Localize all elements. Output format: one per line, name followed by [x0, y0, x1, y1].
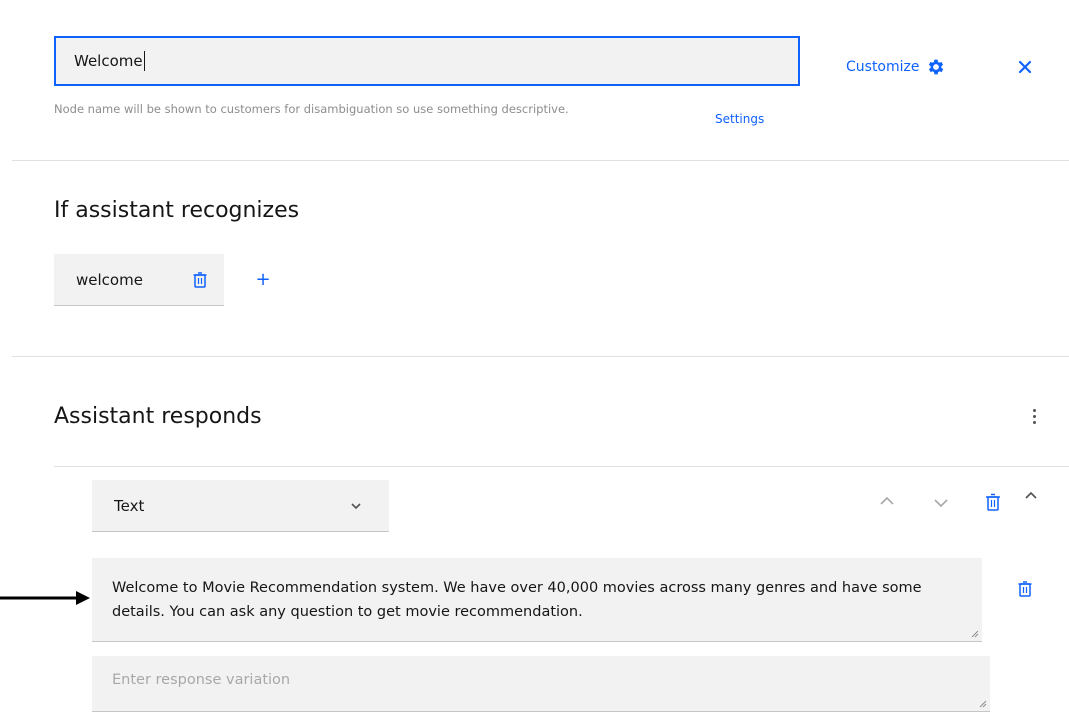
response-variation-input[interactable]: Enter response variation: [92, 656, 990, 712]
section-divider: [12, 160, 1069, 161]
collapse-response-button[interactable]: [1020, 484, 1042, 508]
response-type-value: Text: [114, 496, 145, 515]
trash-icon: [1018, 581, 1032, 597]
section-divider: [54, 466, 1069, 467]
customize-button[interactable]: Customize: [846, 56, 946, 78]
text-cursor: [143, 51, 145, 71]
resize-handle-icon[interactable]: [969, 628, 979, 638]
condition-label: welcome: [76, 270, 143, 289]
responds-heading: Assistant responds: [54, 404, 262, 429]
add-condition-button[interactable]: +: [254, 270, 272, 290]
close-button[interactable]: [1014, 56, 1036, 78]
variation-placeholder: Enter response variation: [112, 672, 291, 688]
delete-variation-button[interactable]: [1014, 578, 1036, 600]
move-down-button[interactable]: [930, 490, 952, 514]
chevron-down-icon: [351, 502, 361, 509]
trash-icon: [986, 493, 1000, 511]
node-name-helper-text: Node name will be shown to customers for…: [54, 102, 569, 116]
chevron-up-icon: [880, 496, 894, 505]
responds-menu-button[interactable]: [1026, 404, 1042, 428]
gear-icon: [928, 59, 943, 75]
trash-icon: [193, 272, 207, 288]
response-text-area[interactable]: Welcome to Movie Recommendation system. …: [92, 558, 982, 642]
section-divider: [12, 356, 1069, 357]
node-name-input[interactable]: Welcome: [54, 36, 800, 86]
response-text-value: Welcome to Movie Recommendation system. …: [112, 580, 922, 620]
node-editor-panel: Welcome Node name will be shown to custo…: [0, 0, 1069, 723]
move-up-button[interactable]: [876, 490, 898, 514]
annotation-arrow-icon: [0, 591, 90, 605]
node-name-value: Welcome: [74, 52, 143, 70]
recognizes-heading: If assistant recognizes: [54, 198, 300, 223]
close-icon: [1018, 60, 1032, 74]
remove-condition-button[interactable]: [190, 270, 210, 290]
overflow-menu-icon: [1032, 408, 1036, 412]
chevron-down-icon: [934, 499, 948, 508]
customize-label: Customize: [846, 59, 920, 75]
caret-up-icon: [1025, 491, 1037, 499]
settings-link[interactable]: Settings: [715, 112, 764, 126]
resize-handle-icon[interactable]: [977, 698, 987, 708]
plus-icon: +: [255, 269, 271, 290]
delete-response-button[interactable]: [982, 490, 1004, 514]
response-type-select[interactable]: Text: [92, 480, 389, 532]
